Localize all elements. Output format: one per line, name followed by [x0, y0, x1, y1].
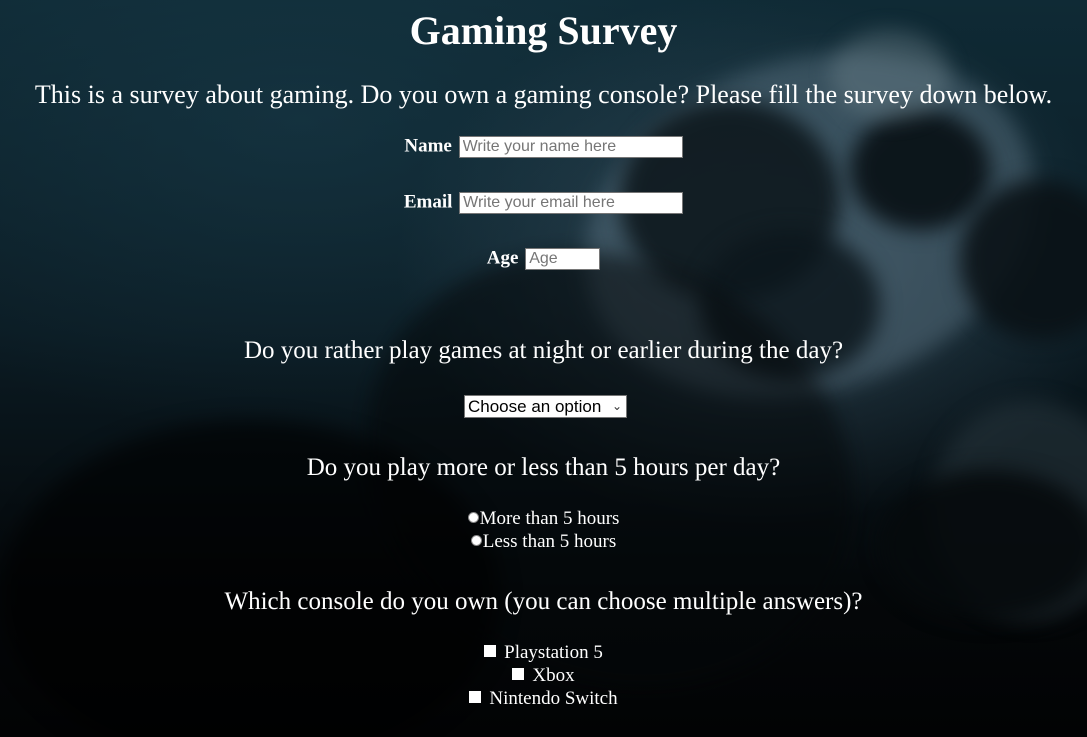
name-input[interactable] [458, 135, 683, 158]
page-title: Gaming Survey [409, 8, 678, 53]
hours-question: Do you play more or less than 5 hours pe… [306, 454, 781, 481]
less-than-5-hours-radio[interactable] [470, 535, 482, 546]
age-input[interactable] [525, 247, 601, 270]
name-label: Name [404, 135, 452, 157]
chevron-down-icon: ⌄ [611, 399, 622, 413]
playstation-5-label: Playstation 5 [504, 642, 603, 663]
age-label: Age [486, 247, 519, 269]
play-time-question: Do you rather play games at night or ear… [243, 337, 844, 364]
more-than-5-hours-radio[interactable] [467, 512, 479, 523]
email-row: Email [0, 190, 1087, 215]
nintendo-switch-checkbox[interactable] [469, 691, 482, 703]
play-time-select[interactable]: Choose an option ⌄ [464, 395, 627, 418]
console-question: Which console do you own (you can choose… [224, 588, 863, 615]
age-row: Age [0, 246, 1087, 271]
xbox-checkbox[interactable] [512, 668, 525, 680]
checkbox-option: Xbox [0, 665, 1087, 687]
xbox-label: Xbox [532, 665, 575, 686]
name-row: Name [0, 134, 1087, 159]
checkbox-option: Playstation 5 [0, 642, 1087, 664]
survey-description: This is a survey about gaming. Do you ow… [34, 80, 1053, 109]
playstation-5-checkbox[interactable] [484, 645, 497, 657]
survey-form: Gaming Survey This is a survey about gam… [0, 0, 1087, 737]
email-input[interactable] [459, 191, 684, 214]
radio-option: Less than 5 hours [0, 531, 1087, 553]
radio-option: More than 5 hours [0, 508, 1087, 530]
email-label: Email [403, 191, 453, 213]
more-than-5-hours-label: More than 5 hours [479, 508, 620, 529]
nintendo-switch-label: Nintendo Switch [489, 688, 618, 709]
play-time-select-value: Choose an option [468, 397, 602, 416]
checkbox-option: Nintendo Switch [0, 688, 1087, 710]
less-than-5-hours-label: Less than 5 hours [482, 531, 617, 552]
